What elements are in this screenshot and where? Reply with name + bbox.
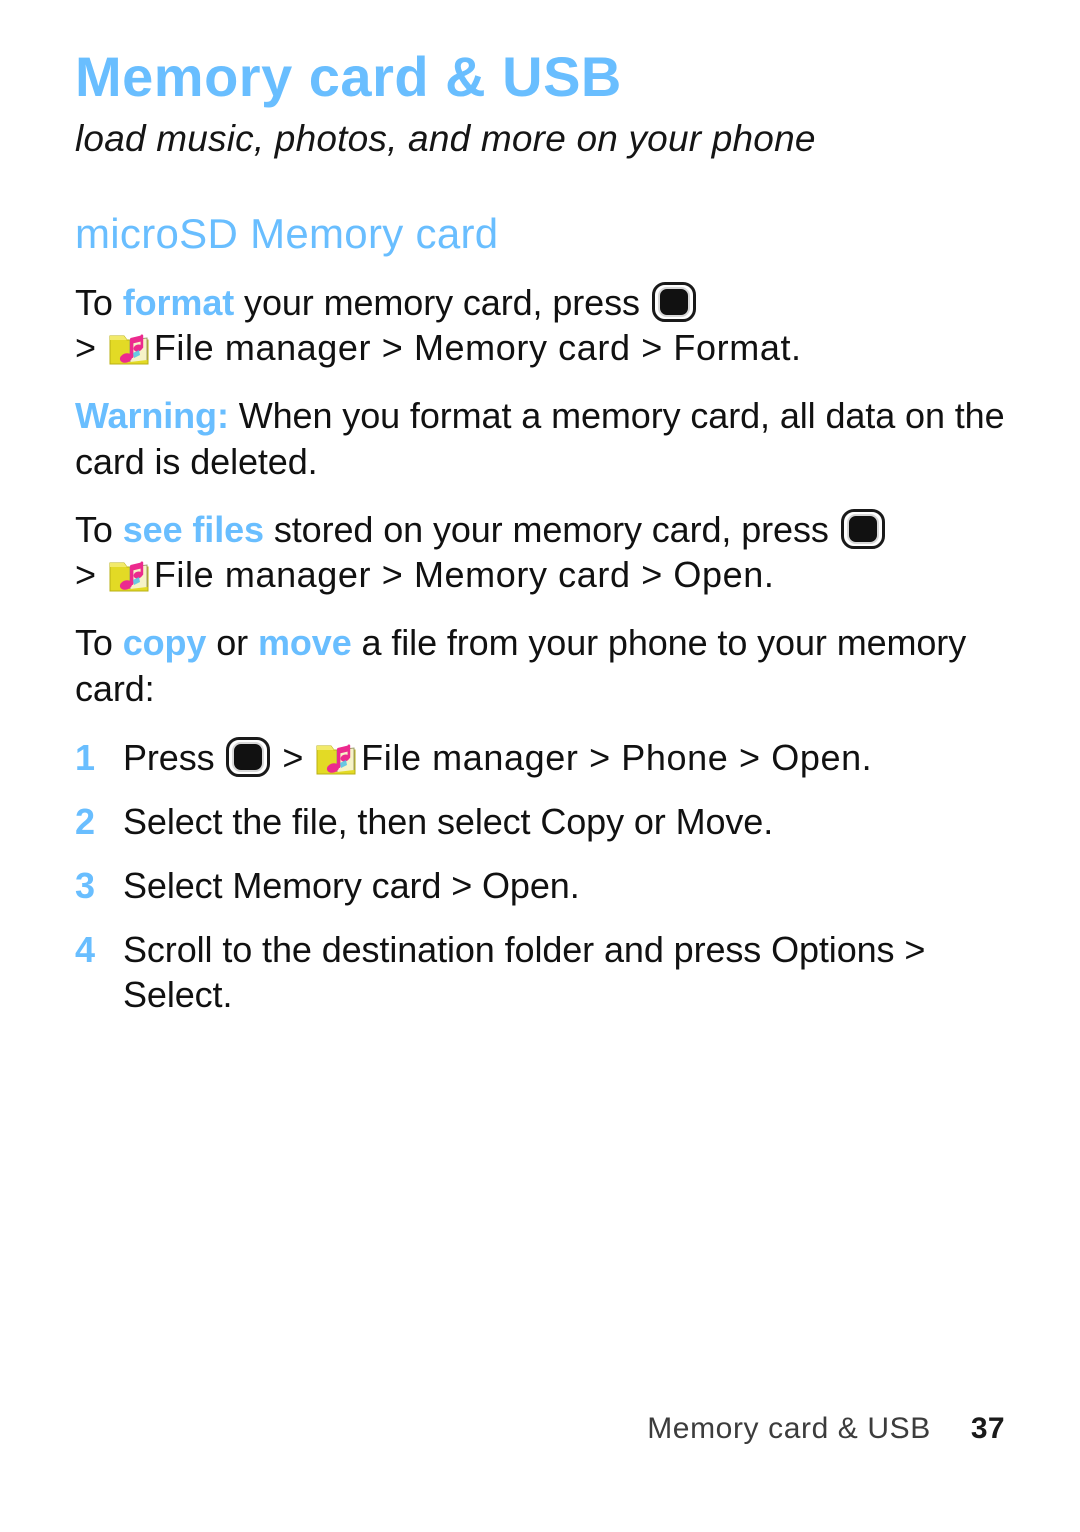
see-files-text-post: stored on your memory card, press — [263, 508, 839, 550]
paragraph-warning-format-deletes-data: Warning: When you format a memory card, … — [75, 393, 1025, 484]
file-manager-folder-music-icon — [107, 556, 151, 596]
copy-keyword: copy — [122, 621, 207, 663]
step-number: 3 — [75, 864, 95, 906]
page-content: Memory card & USB load music, photos, an… — [75, 45, 1025, 1036]
move-keyword: move — [257, 621, 352, 663]
step-1-text-post: File manager > Phone > Open. — [361, 737, 873, 779]
step-4-text: Scroll to the destination folder and pre… — [123, 928, 926, 1016]
copy-move-text-mid: or — [206, 621, 258, 663]
warning-label: Warning: — [75, 395, 229, 437]
page-footer: Memory card & USB 37 — [0, 1412, 1005, 1446]
see-files-path-text: File manager > Memory card > Open. — [153, 554, 775, 596]
center-key-inner-button — [657, 286, 690, 317]
step-1-text-pre: Press — [123, 737, 225, 779]
list-item: 3 Select Memory card > Open. — [75, 863, 1025, 909]
center-select-key-icon — [226, 737, 271, 778]
format-text-pre: To — [75, 281, 123, 323]
file-manager-folder-music-icon — [314, 739, 358, 779]
section-heading-microsd-memory-card: microSD Memory card — [75, 210, 499, 258]
paragraph-format-memory-card: To format your memory card, press > File… — [75, 280, 1025, 371]
manual-page: Memory card & USB load music, photos, an… — [0, 0, 1080, 1532]
page-subtitle: load music, photos, and more on your pho… — [75, 117, 816, 159]
see-files-text-pre: To — [75, 508, 123, 550]
list-item: 4 Scroll to the destination folder and pr… — [75, 927, 1025, 1018]
paragraph-see-files: To see files stored on your memory card,… — [75, 507, 1025, 598]
format-path-text: File manager > Memory card > Format. — [153, 327, 802, 369]
list-item: 1 Press > File manager > Phone > Open. — [75, 735, 1025, 781]
format-path-chevron: > — [75, 327, 96, 369]
step-3-text: Select Memory card > Open. — [123, 864, 580, 906]
format-keyword: format — [122, 281, 235, 323]
step-2-text: Select the file, then select Copy or Mov… — [123, 801, 774, 843]
step-number: 4 — [75, 928, 95, 970]
step-1-text-between: > — [272, 737, 314, 779]
copy-move-text-pre: To — [75, 621, 123, 663]
footer-page-number: 37 — [970, 1412, 1005, 1445]
step-number: 2 — [75, 801, 95, 843]
see-files-keyword: see files — [122, 508, 264, 550]
format-text-post: your memory card, press — [234, 281, 650, 323]
center-key-inner-button — [232, 742, 265, 773]
center-key-inner-button — [846, 513, 879, 544]
step-number: 1 — [75, 737, 95, 779]
see-files-path-chevron: > — [75, 554, 96, 596]
list-item: 2 Select the file, then select Copy or Mo… — [75, 799, 1025, 845]
footer-chapter-title: Memory card & USB — [647, 1412, 931, 1445]
steps-list: 1 Press > File manager > Phone > Open. 2… — [75, 735, 1025, 1018]
file-manager-folder-music-icon — [107, 329, 151, 369]
center-select-key-icon — [651, 281, 696, 322]
center-select-key-icon — [840, 508, 885, 549]
paragraph-copy-or-move: To copy or move a file from your phone t… — [75, 620, 1025, 711]
page-title: Memory card & USB — [75, 45, 622, 108]
